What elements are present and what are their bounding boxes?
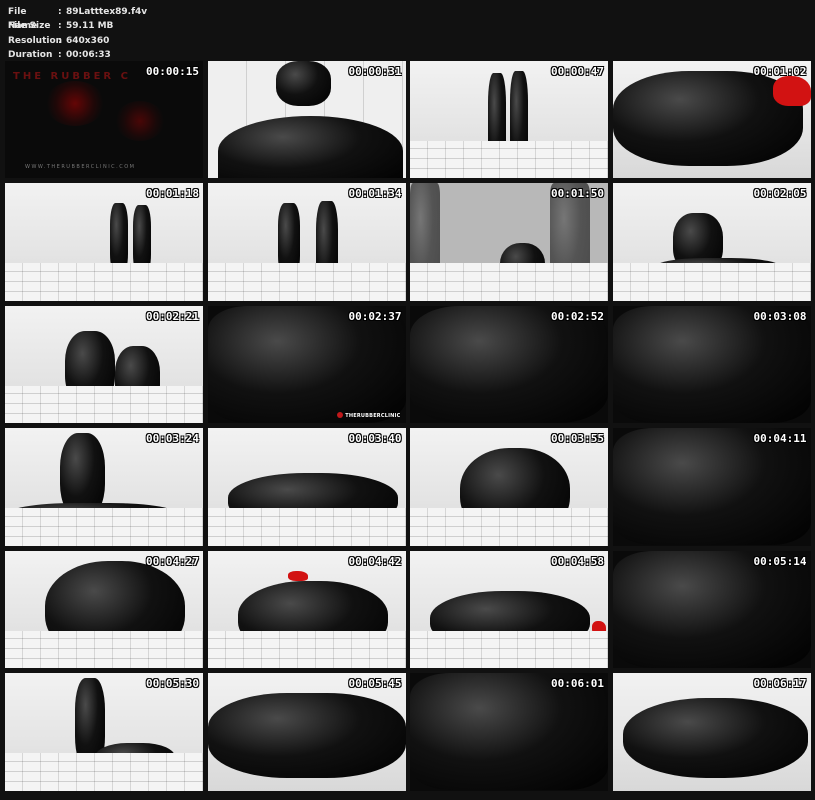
timestamp: 00:03:24	[146, 432, 199, 446]
thumbnail[interactable]: 00:04:11	[612, 428, 811, 546]
thumbnail[interactable]: 00:03:55 THERUBBERCLINIC	[410, 428, 608, 546]
timestamp: 00:03:08	[753, 309, 807, 323]
watermark: THERUBBERCLINIC	[135, 412, 198, 419]
watermark: THERUBBERCLINIC	[540, 657, 603, 664]
timestamp: 00:04:11	[753, 432, 807, 446]
timestamp: 00:00:15	[146, 65, 199, 78]
timestamp: 00:01:18	[146, 187, 199, 201]
timestamp: 00:01:34	[348, 187, 402, 201]
thumbnail[interactable]: 00:01:34	[207, 183, 406, 301]
thumbnail[interactable]: 00:05:45	[207, 673, 406, 791]
info-row-resolution: Resolution : 640x360	[8, 34, 147, 48]
timestamp: 00:02:05	[753, 187, 807, 201]
intro-url: WWW.THERUBBERCLINIC.COM	[25, 164, 136, 171]
info-value: 640x360	[66, 35, 110, 46]
info-key: File Name	[8, 7, 38, 32]
thumbnail[interactable]: 00:04:42	[207, 550, 406, 669]
thumbnail[interactable]: 00:03:08	[612, 305, 811, 424]
timestamp: 00:00:47	[551, 65, 604, 78]
thumbnail[interactable]: 00:00:47 THERUBBERCLINIC	[410, 61, 608, 179]
timestamp: 00:04:27	[146, 554, 199, 568]
timestamp: 00:06:01	[551, 677, 604, 691]
thumbnail[interactable]: 00:02:05 THERUBBERCLINIC	[612, 183, 811, 301]
thumbnail[interactable]: 00:02:52	[410, 305, 608, 424]
timestamp: 00:02:37	[348, 309, 402, 323]
info-key: File Size	[8, 21, 51, 32]
timestamp: 00:02:21	[146, 309, 199, 323]
info-colon: :	[58, 21, 62, 32]
thumbnail[interactable]: 00:04:58 THERUBBERCLINIC	[410, 550, 608, 669]
timestamp: 00:04:42	[348, 554, 402, 568]
info-value: 59.11 MB	[66, 21, 114, 32]
thumbnail[interactable]: THE RUBBER C WWW.THERUBBERCLINIC.COM 00:…	[5, 61, 203, 179]
timestamp: 00:02:52	[551, 309, 604, 323]
file-info-panel: File Name : 89Latttex89.f4v File Size : …	[8, 5, 147, 63]
thumbnail[interactable]: 00:02:21 THERUBBERCLINIC	[5, 305, 203, 424]
timestamp: 00:03:55	[551, 432, 604, 446]
watermark: THERUBBERCLINIC	[540, 535, 603, 542]
watermark: THERUBBERCLINIC	[337, 535, 400, 542]
thumbnail[interactable]: 00:03:24 THERUBBERCLINIC	[5, 428, 203, 546]
thumbnail[interactable]: 00:01:02	[612, 61, 811, 179]
thumbnail[interactable]: 00:01:50 THERUBBERCLINIC	[410, 183, 608, 301]
timestamp: 00:06:17	[753, 677, 807, 691]
info-colon: :	[58, 7, 62, 17]
watermark: THERUBBERCLINIC	[135, 535, 198, 542]
thumbnail[interactable]: 00:02:37 THERUBBERCLINIC	[207, 305, 406, 424]
info-value: 89Latttex89.f4v	[66, 7, 148, 17]
thumbnail[interactable]: 00:05:30	[5, 673, 203, 791]
watermark: THERUBBERCLINIC	[742, 290, 805, 297]
timestamp: 00:05:14	[753, 554, 807, 568]
thumbnail[interactable]: 00:01:18	[5, 183, 203, 301]
thumbnail[interactable]: 00:00:31	[207, 61, 406, 179]
intro-title: THE RUBBER C	[13, 71, 131, 82]
thumbnail-grid: THE RUBBER C WWW.THERUBBERCLINIC.COM 00:…	[5, 61, 811, 791]
thumbnail[interactable]: 00:04:27	[5, 550, 203, 669]
info-row-filesize: File Size : 59.11 MB	[8, 19, 147, 33]
watermark: THERUBBERCLINIC	[540, 290, 603, 297]
timestamp: 00:03:40	[348, 432, 402, 446]
timestamp: 00:05:45	[348, 677, 402, 691]
watermark: THERUBBERCLINIC	[540, 167, 603, 174]
info-colon: :	[58, 35, 62, 46]
timestamp: 00:01:50	[551, 187, 604, 201]
info-row-filename: File Name : 89Latttex89.f4v	[8, 5, 148, 32]
info-key: Resolution	[8, 35, 63, 46]
timestamp: 00:04:58	[551, 554, 604, 568]
thumbnail[interactable]: 00:06:01	[410, 673, 608, 791]
timestamp: 00:00:31	[348, 65, 402, 78]
timestamp: 00:01:02	[753, 65, 807, 78]
timestamp: 00:05:30	[146, 677, 199, 691]
thumbnail[interactable]: 00:05:14	[612, 550, 811, 669]
watermark: THERUBBERCLINIC	[337, 412, 400, 419]
thumbnail[interactable]: 00:06:17	[612, 673, 811, 791]
thumbnail[interactable]: 00:03:40 THERUBBERCLINIC	[207, 428, 406, 546]
